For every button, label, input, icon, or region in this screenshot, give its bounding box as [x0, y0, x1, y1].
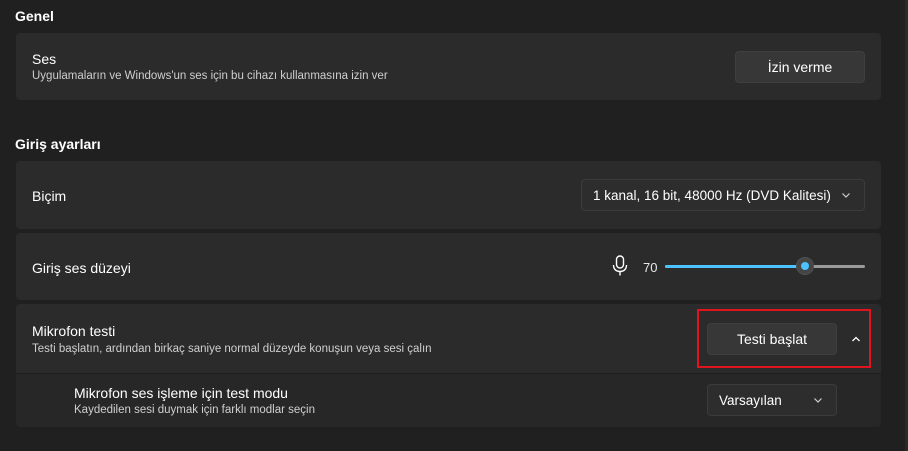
test-mode-dropdown-value: Varsayılan: [719, 392, 782, 408]
microphone-icon[interactable]: [612, 255, 628, 277]
input-volume-slider-thumb[interactable]: [796, 257, 814, 275]
chevron-down-icon: [842, 193, 850, 198]
chevron-down-icon: [814, 398, 822, 403]
highlight-box: [697, 309, 871, 368]
section-title-general: Genel: [15, 8, 54, 24]
format-dropdown[interactable]: 1 kanal, 16 bit, 48000 Hz (DVD Kalitesi): [581, 179, 865, 211]
test-mode-dropdown[interactable]: Varsayılan: [707, 384, 837, 416]
input-volume-title: Giriş ses düzeyi: [32, 260, 131, 276]
settings-page: Genel Ses Uygulamaların ve Windows'un se…: [0, 0, 908, 451]
test-mode-card: Mikrofon ses işleme için test modu Kayde…: [16, 373, 881, 427]
mic-test-title: Mikrofon testi: [32, 323, 116, 339]
sound-title: Ses: [32, 51, 57, 67]
test-mode-title: Mikrofon ses işleme için test modu: [74, 385, 288, 401]
format-title: Biçim: [32, 188, 67, 204]
test-mode-description: Kaydedilen sesi duymak için farklı modla…: [74, 404, 315, 416]
deny-permission-button[interactable]: İzin verme: [735, 51, 865, 83]
sound-description: Uygulamaların ve Windows'un ses için bu …: [32, 70, 388, 82]
sound-permission-card: Ses Uygulamaların ve Windows'un ses için…: [16, 33, 881, 100]
mic-test-description: Testi başlatın, ardından birkaç saniye n…: [32, 343, 432, 355]
input-volume-card: Giriş ses düzeyi 70: [16, 233, 881, 300]
input-volume-slider-fill: [665, 265, 805, 268]
format-dropdown-value: 1 kanal, 16 bit, 48000 Hz (DVD Kalitesi): [593, 187, 831, 203]
format-card: Biçim 1 kanal, 16 bit, 48000 Hz (DVD Kal…: [16, 161, 881, 229]
input-volume-value: 70: [643, 260, 658, 275]
section-title-input-settings: Giriş ayarları: [15, 136, 101, 152]
